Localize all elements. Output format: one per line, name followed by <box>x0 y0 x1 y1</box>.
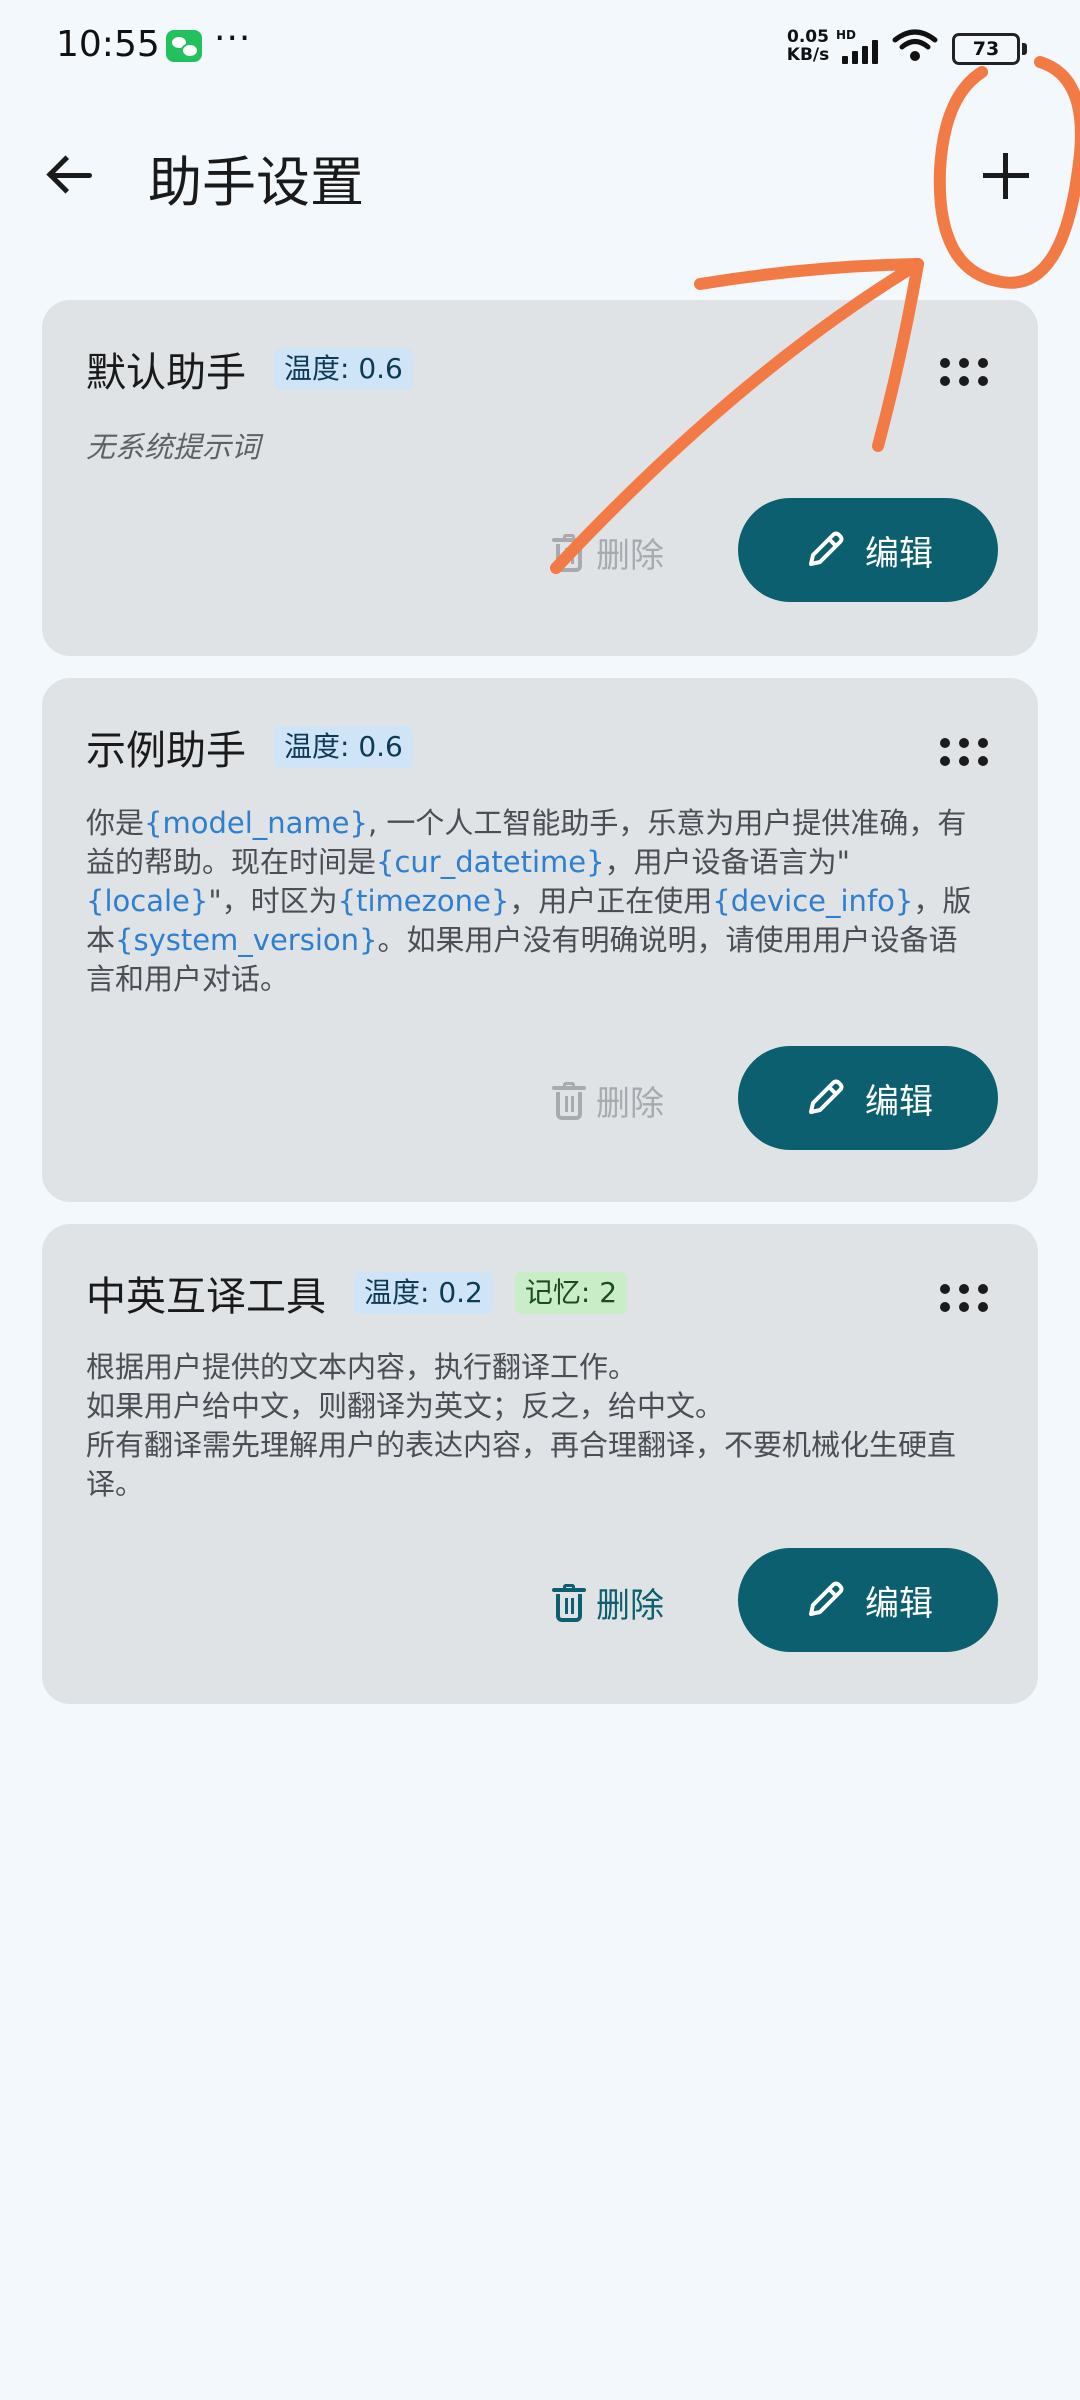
prompt-variable: {timezone} <box>337 884 510 918</box>
prompt-line: 根据用户提供的文本内容，执行翻译工作。 <box>86 1350 638 1384</box>
assistant-name: 默认助手 <box>86 350 246 396</box>
assistant-card-example[interactable]: 示例助手 温度: 0.6 你是{model_name}, 一个人工智能助手，乐意… <box>42 678 1038 1202</box>
delete-label: 删除 <box>596 536 664 576</box>
edit-button[interactable]: 编辑 <box>738 1548 998 1652</box>
battery-icon: 73 <box>952 33 1027 65</box>
prompt-variable: {model_name} <box>144 806 368 840</box>
wechat-notification-icon <box>166 30 202 62</box>
assistant-name: 示例助手 <box>86 728 246 774</box>
network-speed: 0.05 KB/s <box>778 28 838 64</box>
delete-label: 删除 <box>596 1586 664 1626</box>
edit-button[interactable]: 编辑 <box>738 1046 998 1150</box>
trash-icon <box>552 1081 586 1120</box>
page-title: 助手设置 <box>148 151 364 214</box>
prompt-variable: {device_info} <box>712 884 914 918</box>
temperature-badge: 温度: 0.6 <box>274 348 413 390</box>
wifi-icon <box>892 29 938 61</box>
cell-signal-icon <box>838 40 884 64</box>
assistant-card-default[interactable]: 默认助手 温度: 0.6 无系统提示词 删除 编辑 <box>42 300 1038 656</box>
assistant-card-translator[interactable]: 中英互译工具 温度: 0.2 记忆: 2 根据用户提供的文本内容，执行翻译工作。… <box>42 1224 1038 1704</box>
system-prompt: 你是{model_name}, 一个人工智能助手，乐意为用户提供准确，有益的帮助… <box>86 804 986 999</box>
delete-label: 删除 <box>596 1084 664 1124</box>
status-bar: 10:55 ··· 0.05 KB/s HD 73 <box>0 0 1080 96</box>
delete-button[interactable]: 删除 <box>552 528 664 577</box>
prompt-text: ，用户正在使用 <box>509 884 713 918</box>
temperature-badge: 温度: 0.6 <box>274 726 413 768</box>
back-arrow-icon[interactable] <box>36 140 108 212</box>
edit-label: 编辑 <box>865 1583 933 1624</box>
drag-handle-icon[interactable] <box>940 738 988 766</box>
delete-button[interactable]: 删除 <box>552 1076 664 1125</box>
trash-icon <box>552 1583 586 1622</box>
pencil-icon <box>809 1079 844 1114</box>
system-prompt: 根据用户提供的文本内容，执行翻译工作。 如果用户给中文，则翻译为英文；反之，给中… <box>86 1348 986 1504</box>
prompt-variable: {cur_datetime} <box>376 845 605 879</box>
trash-icon <box>552 533 586 572</box>
prompt-variable: {system_version} <box>115 923 378 957</box>
drag-handle-icon[interactable] <box>940 1284 988 1312</box>
prompt-line: 所有翻译需先理解用户的表达内容，再合理翻译，不要机械化生硬直译。 <box>86 1428 957 1501</box>
assistant-name: 中英互译工具 <box>86 1274 326 1320</box>
edit-label: 编辑 <box>865 533 933 574</box>
delete-button[interactable]: 删除 <box>552 1578 664 1627</box>
prompt-text: "，时区为 <box>208 884 338 918</box>
memory-badge: 记忆: 2 <box>514 1272 628 1314</box>
drag-handle-icon[interactable] <box>940 358 988 386</box>
prompt-line: 如果用户给中文，则翻译为英文；反之，给中文。 <box>86 1389 725 1423</box>
network-speed-value: 0.05 <box>787 27 829 47</box>
temperature-badge: 温度: 0.2 <box>354 1272 493 1314</box>
prompt-text: ，用户设备语言为" <box>604 845 850 879</box>
pencil-icon <box>809 531 844 566</box>
edit-button[interactable]: 编辑 <box>738 498 998 602</box>
app-bar: 助手设置 <box>0 118 1080 230</box>
edit-label: 编辑 <box>865 1081 933 1122</box>
system-prompt-empty: 无系统提示词 <box>86 430 261 464</box>
status-time: 10:55 <box>56 24 160 65</box>
more-notifications-icon: ··· <box>214 18 252 59</box>
prompt-variable: {locale} <box>86 884 209 918</box>
network-speed-unit: KB/s <box>786 45 830 65</box>
pencil-icon <box>809 1581 844 1616</box>
prompt-text: 你是 <box>86 806 145 840</box>
add-icon[interactable] <box>970 140 1042 212</box>
